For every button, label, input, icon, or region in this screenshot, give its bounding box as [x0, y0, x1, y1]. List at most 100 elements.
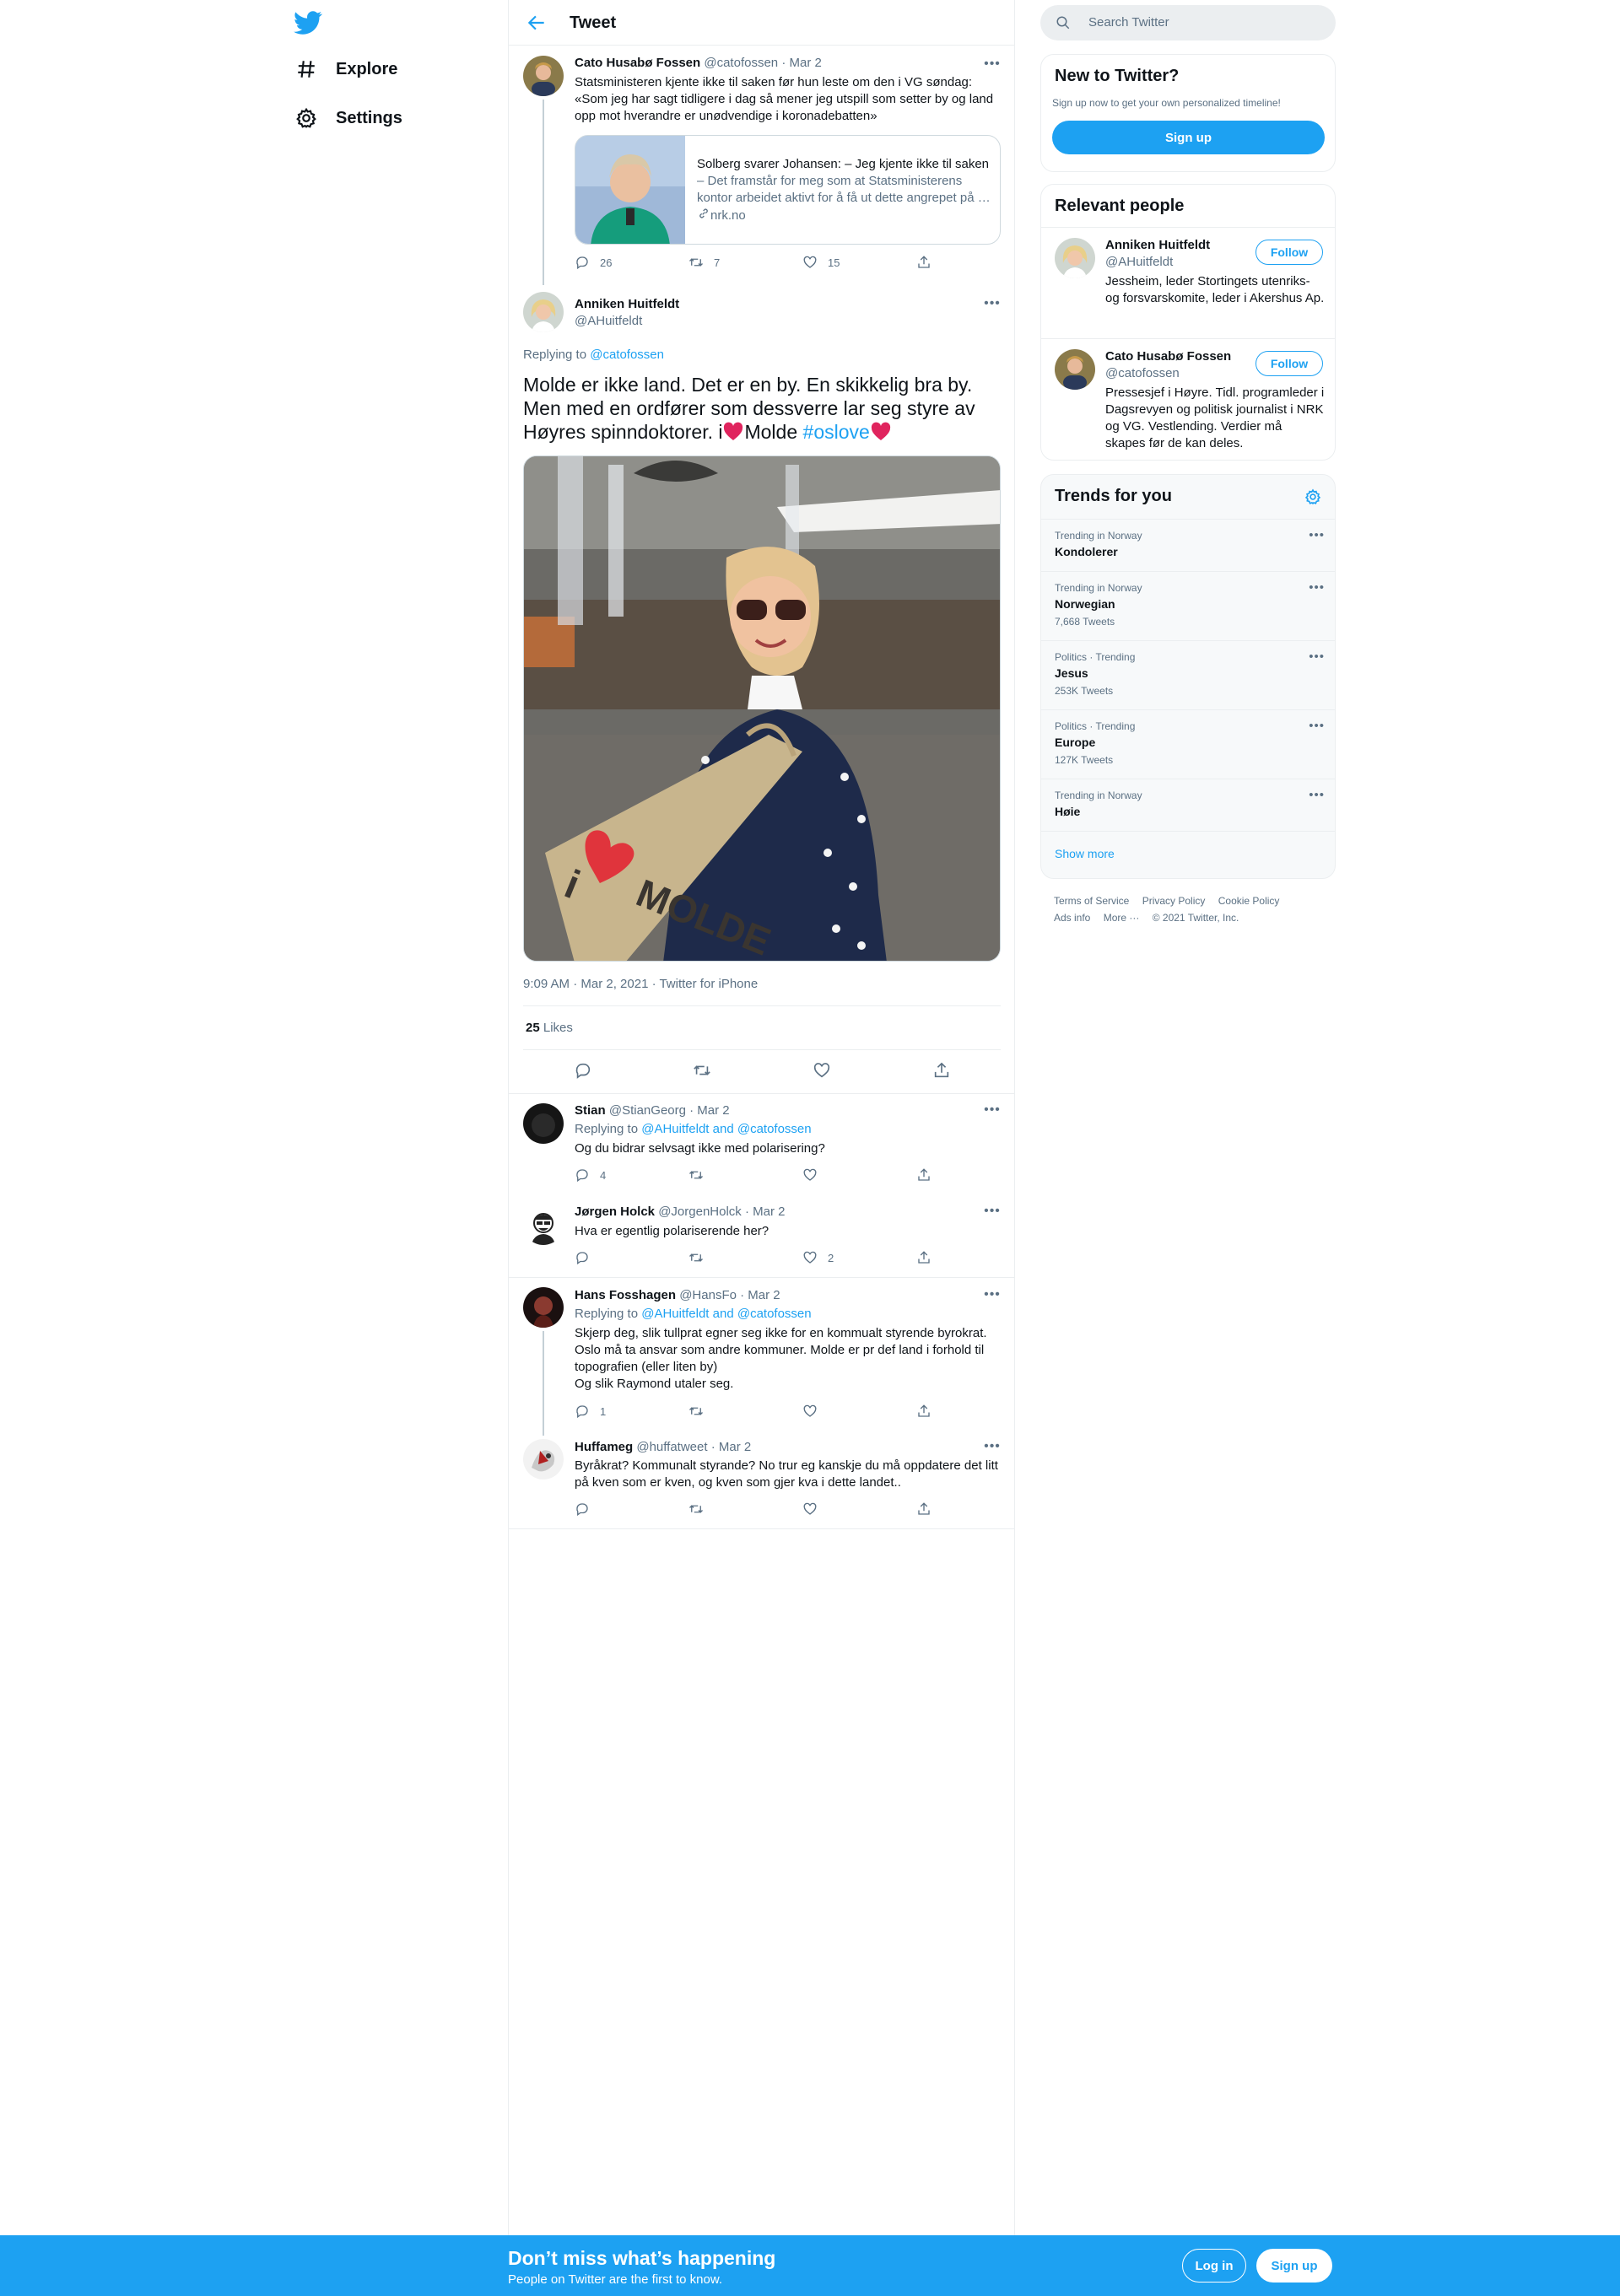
avatar[interactable] — [1055, 238, 1095, 278]
share-button[interactable] — [916, 1250, 932, 1265]
retweet-button[interactable] — [688, 1404, 704, 1419]
show-more-link[interactable]: Show more — [1055, 847, 1115, 860]
tweet-date[interactable]: · Mar 2 — [781, 56, 822, 70]
more-icon[interactable]: ••• — [981, 1203, 1003, 1220]
link-card[interactable]: Solberg svarer Johansen: – Jeg kjente ik… — [575, 135, 1001, 245]
trend-item[interactable]: Trending in Norway Norwegian 7,668 Tweet… — [1041, 571, 1335, 640]
author-handle[interactable]: @HansFo — [679, 1288, 737, 1302]
avatar[interactable] — [1055, 349, 1095, 390]
avatar[interactable] — [523, 292, 564, 332]
more-icon[interactable]: ••• — [981, 56, 1003, 73]
author-name[interactable]: Hans Fosshagen — [575, 1288, 676, 1302]
reply-button[interactable]: 4 — [575, 1167, 606, 1183]
person-card[interactable]: Anniken Huitfeldt @AHuitfeldt Follow Jes… — [1041, 227, 1335, 338]
share-button[interactable] — [916, 1167, 932, 1183]
reply-button[interactable]: 1 — [575, 1404, 606, 1419]
footer-link[interactable]: Terms of Service — [1054, 895, 1129, 907]
more-icon[interactable]: ••• — [981, 1102, 1003, 1118]
log-in-button[interactable]: Log in — [1182, 2249, 1246, 2283]
more-icon[interactable]: ••• — [1309, 528, 1325, 542]
person-name[interactable]: Anniken Huitfeldt — [1105, 238, 1210, 252]
author-name[interactable]: Anniken Huitfeldt — [575, 297, 679, 311]
follow-button[interactable]: Follow — [1256, 240, 1323, 265]
hashtag-link[interactable]: #oslove — [803, 421, 870, 443]
nav-settings[interactable]: Settings — [294, 98, 402, 138]
retweet-button[interactable] — [688, 1250, 704, 1265]
author-handle[interactable]: @catofossen — [704, 56, 778, 70]
author-handle[interactable]: @huffatweet — [636, 1440, 707, 1454]
more-icon[interactable]: ••• — [1309, 719, 1325, 733]
like-button[interactable] — [802, 1167, 818, 1183]
more-icon[interactable]: ••• — [1309, 788, 1325, 802]
avatar[interactable] — [523, 1103, 564, 1144]
author-handle[interactable]: @AHuitfeldt — [575, 314, 642, 328]
likes-label: Likes — [543, 1021, 573, 1035]
person-handle[interactable]: @catofossen — [1105, 366, 1180, 380]
like-button[interactable]: 2 — [802, 1250, 834, 1265]
person-card[interactable]: Cato Husabø Fossen @catofossen Follow Pr… — [1041, 338, 1335, 460]
tweet-photo[interactable]: i MOLDE — [523, 455, 1001, 962]
twitter-bird-icon[interactable] — [294, 8, 322, 37]
avatar[interactable] — [523, 1287, 564, 1328]
nav-explore[interactable]: Explore — [294, 49, 397, 89]
trend-item[interactable]: Politics · Trending Jesus 253K Tweets ••… — [1041, 640, 1335, 709]
person-handle[interactable]: @AHuitfeldt — [1105, 255, 1173, 269]
more-icon[interactable]: ••• — [981, 1286, 1003, 1303]
likes-summary[interactable]: 25 Likes — [526, 1021, 573, 1035]
like-button[interactable] — [813, 1061, 831, 1080]
trend-item[interactable]: Trending in Norway Høie ••• — [1041, 779, 1335, 831]
tweet-date[interactable]: · Mar 2 — [745, 1205, 786, 1219]
sign-up-button[interactable]: Sign up — [1256, 2249, 1332, 2283]
avatar[interactable] — [523, 56, 564, 96]
more-icon[interactable]: ••• — [981, 295, 1003, 312]
replying-to: Replying to @AHuitfeldt and @catofossen — [575, 1307, 812, 1321]
share-button[interactable] — [916, 255, 932, 270]
trend-item[interactable]: Politics · Trending Europe 127K Tweets •… — [1041, 709, 1335, 779]
footer-link[interactable]: More ··· — [1104, 912, 1140, 924]
retweet-button[interactable]: 7 — [688, 255, 720, 270]
like-button[interactable] — [802, 1501, 818, 1517]
more-icon[interactable]: ••• — [1309, 580, 1325, 595]
tweet-date[interactable]: · Mar 2 — [689, 1103, 730, 1118]
reply-button[interactable]: 26 — [575, 255, 612, 270]
reply-button[interactable] — [574, 1061, 592, 1080]
arrow-left-icon[interactable] — [526, 12, 548, 34]
retweet-button[interactable] — [688, 1501, 704, 1517]
tweet-date[interactable]: · Mar 2 — [740, 1288, 780, 1302]
tweet-date[interactable]: · Mar 2 — [711, 1440, 752, 1454]
author-name[interactable]: Stian — [575, 1103, 606, 1118]
tweet-actions — [575, 1501, 1001, 1522]
like-button[interactable] — [802, 1404, 818, 1419]
tweet-timestamp[interactable]: 9:09 AM · Mar 2, 2021 · Twitter for iPho… — [523, 977, 758, 991]
trend-item[interactable]: Trending in Norway Kondolerer ••• — [1041, 519, 1335, 571]
reply-button[interactable] — [575, 1501, 590, 1517]
sign-up-button[interactable]: Sign up — [1052, 121, 1325, 154]
share-button[interactable] — [916, 1404, 932, 1419]
replying-mention[interactable]: @catofossen — [590, 348, 664, 362]
more-icon[interactable]: ••• — [1309, 649, 1325, 664]
avatar[interactable] — [523, 1439, 564, 1479]
like-button[interactable]: 15 — [802, 255, 840, 270]
footer-link[interactable]: Cookie Policy — [1218, 895, 1280, 907]
replying-mentions[interactable]: @AHuitfeldt and @catofossen — [641, 1307, 811, 1321]
replying-mentions[interactable]: @AHuitfeldt and @catofossen — [641, 1122, 811, 1136]
avatar[interactable] — [523, 1205, 564, 1245]
footer-link[interactable]: Privacy Policy — [1142, 895, 1206, 907]
author-name[interactable]: Cato Husabø Fossen — [575, 56, 700, 70]
more-icon[interactable]: ••• — [981, 1438, 1003, 1455]
author-name[interactable]: Huffameg — [575, 1440, 633, 1454]
retweet-button[interactable] — [693, 1061, 711, 1080]
share-button[interactable] — [916, 1501, 932, 1517]
reply-button[interactable] — [575, 1250, 590, 1265]
author-handle[interactable]: @StianGeorg — [609, 1103, 686, 1118]
follow-button[interactable]: Follow — [1256, 351, 1323, 376]
person-name[interactable]: Cato Husabø Fossen — [1105, 349, 1231, 364]
search-input[interactable]: Search Twitter — [1040, 5, 1336, 40]
footer-link[interactable]: Ads info — [1054, 912, 1090, 924]
author-handle[interactable]: @JorgenHolck — [658, 1205, 742, 1219]
share-button[interactable] — [932, 1061, 951, 1080]
gear-icon[interactable] — [1304, 488, 1321, 509]
author-name[interactable]: Jørgen Holck — [575, 1205, 655, 1219]
retweet-button[interactable] — [688, 1167, 704, 1183]
replying-to: Replying to @catofossen — [523, 348, 664, 362]
